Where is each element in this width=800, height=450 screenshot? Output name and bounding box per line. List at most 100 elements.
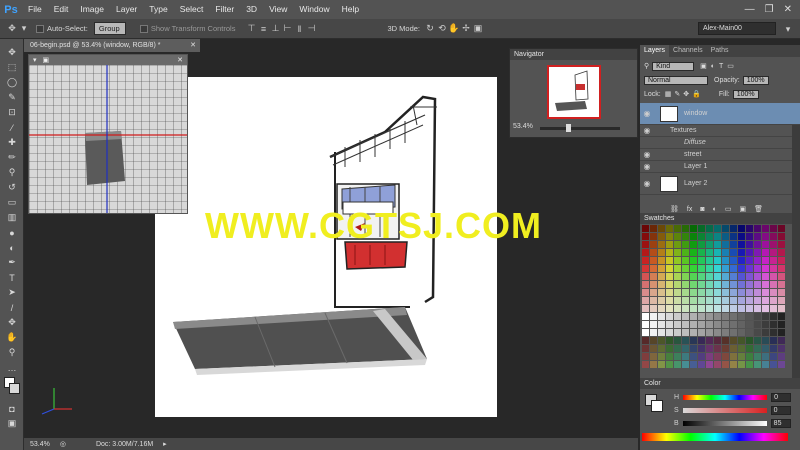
swatch-cell[interactable] xyxy=(722,273,729,280)
fill-field[interactable]: 100% xyxy=(732,89,759,99)
swatch-cell[interactable] xyxy=(650,337,657,344)
swatch-cell[interactable] xyxy=(746,249,753,256)
swatch-cell[interactable] xyxy=(682,353,689,360)
swatch-cell[interactable] xyxy=(658,321,665,328)
swatch-cell[interactable] xyxy=(746,329,753,336)
swatch-cell[interactable] xyxy=(722,345,729,352)
path-select-tool-icon[interactable]: ➤ xyxy=(0,285,24,300)
screen-mode-icon[interactable]: ▣ xyxy=(0,416,24,431)
swatch-cell[interactable] xyxy=(698,233,705,240)
swatch-cell[interactable] xyxy=(738,337,745,344)
3d-rotate-icon[interactable]: ↻ xyxy=(424,23,436,35)
swatch-cell[interactable] xyxy=(738,289,745,296)
swatch-cell[interactable] xyxy=(650,305,657,312)
swatch-cell[interactable] xyxy=(682,305,689,312)
menu-edit[interactable]: Edit xyxy=(48,0,75,19)
swatch-cell[interactable] xyxy=(730,249,737,256)
swatch-cell[interactable] xyxy=(666,305,673,312)
swatch-cell[interactable] xyxy=(714,249,721,256)
swatch-cell[interactable] xyxy=(682,249,689,256)
dodge-tool-icon[interactable]: ◐ xyxy=(0,240,24,255)
swatch-cell[interactable] xyxy=(778,225,785,232)
color-bg-swatch[interactable] xyxy=(651,400,663,412)
filter-type-icon[interactable]: T xyxy=(719,63,723,70)
swatch-cell[interactable] xyxy=(746,289,753,296)
swatch-cell[interactable] xyxy=(738,345,745,352)
swatch-cell[interactable] xyxy=(730,313,737,320)
align-middle-icon[interactable]: ≡ xyxy=(257,23,269,35)
swatch-cell[interactable] xyxy=(642,353,649,360)
swatch-cell[interactable] xyxy=(714,241,721,248)
swatch-cell[interactable] xyxy=(650,265,657,272)
filter-shape-icon[interactable]: ▭ xyxy=(727,62,734,70)
hue-value[interactable]: 0 xyxy=(771,392,792,402)
add-mask-icon[interactable]: ◙ xyxy=(700,206,704,213)
menu-filter[interactable]: Filter xyxy=(209,0,240,19)
swatch-grid[interactable] xyxy=(642,225,788,375)
tab-layers[interactable]: Layers xyxy=(640,45,670,57)
swatch-cell[interactable] xyxy=(754,241,761,248)
swatch-cell[interactable] xyxy=(698,361,705,368)
swatch-cell[interactable] xyxy=(650,233,657,240)
swatch-cell[interactable] xyxy=(642,241,649,248)
swatch-cell[interactable] xyxy=(698,313,705,320)
tab-paths[interactable]: Paths xyxy=(707,45,733,57)
swatch-cell[interactable] xyxy=(682,257,689,264)
swatch-cell[interactable] xyxy=(730,321,737,328)
saturation-slider[interactable] xyxy=(682,407,767,413)
swatch-cell[interactable] xyxy=(650,289,657,296)
swatch-cell[interactable] xyxy=(770,281,777,288)
swatch-cell[interactable] xyxy=(754,353,761,360)
swatch-cell[interactable] xyxy=(746,337,753,344)
swatch-cell[interactable] xyxy=(778,289,785,296)
swatch-cell[interactable] xyxy=(778,313,785,320)
3d-pan-icon[interactable]: ✋ xyxy=(448,23,460,35)
visibility-eye-icon[interactable]: ◉ xyxy=(640,109,654,118)
swatch-cell[interactable] xyxy=(682,329,689,336)
swatch-cell[interactable] xyxy=(650,249,657,256)
swatch-cell[interactable] xyxy=(698,273,705,280)
swatch-cell[interactable] xyxy=(682,265,689,272)
swatch-cell[interactable] xyxy=(658,265,665,272)
swatch-cell[interactable] xyxy=(738,241,745,248)
swatch-cell[interactable] xyxy=(666,313,673,320)
swatch-cell[interactable] xyxy=(778,345,785,352)
document-canvas[interactable] xyxy=(155,77,497,417)
menu-file[interactable]: File xyxy=(22,0,48,19)
swatch-cell[interactable] xyxy=(722,257,729,264)
swatch-cell[interactable] xyxy=(714,313,721,320)
swatch-cell[interactable] xyxy=(682,241,689,248)
swatch-cell[interactable] xyxy=(754,265,761,272)
swatch-cell[interactable] xyxy=(714,361,721,368)
swatch-cell[interactable] xyxy=(730,329,737,336)
swatch-cell[interactable] xyxy=(722,321,729,328)
navigator-thumbnail[interactable] xyxy=(547,65,601,119)
swatch-cell[interactable] xyxy=(666,329,673,336)
menu-window[interactable]: Window xyxy=(293,0,335,19)
minimize-icon[interactable]: — xyxy=(745,4,755,15)
swatch-cell[interactable] xyxy=(762,329,769,336)
swatch-cell[interactable] xyxy=(682,289,689,296)
swatch-cell[interactable] xyxy=(754,257,761,264)
swatch-cell[interactable] xyxy=(666,289,673,296)
swatch-cell[interactable] xyxy=(690,337,697,344)
swatch-cell[interactable] xyxy=(698,241,705,248)
swatch-cell[interactable] xyxy=(738,321,745,328)
swatch-cell[interactable] xyxy=(682,321,689,328)
swatch-cell[interactable] xyxy=(754,337,761,344)
swatch-cell[interactable] xyxy=(746,361,753,368)
layer-row[interactable]: ◉ street xyxy=(640,149,800,161)
swatch-cell[interactable] xyxy=(754,321,761,328)
visibility-eye-icon[interactable]: ◉ xyxy=(640,179,654,188)
swatch-cell[interactable] xyxy=(746,353,753,360)
swatch-cell[interactable] xyxy=(746,265,753,272)
swatch-cell[interactable] xyxy=(730,233,737,240)
swatch-cell[interactable] xyxy=(762,345,769,352)
tool-preset-dropdown-icon[interactable]: ▾ xyxy=(18,23,30,35)
menu-layer[interactable]: Layer xyxy=(110,0,143,19)
swatch-cell[interactable] xyxy=(778,281,785,288)
show-transform-checkbox[interactable]: Show Transform Controls xyxy=(139,24,235,33)
workspace-menu-icon[interactable]: ▾ xyxy=(782,23,794,35)
swatch-cell[interactable] xyxy=(778,353,785,360)
document-tab[interactable]: 06-begin.psd @ 53.4% (window, RGB/8) * ✕ xyxy=(24,39,200,52)
